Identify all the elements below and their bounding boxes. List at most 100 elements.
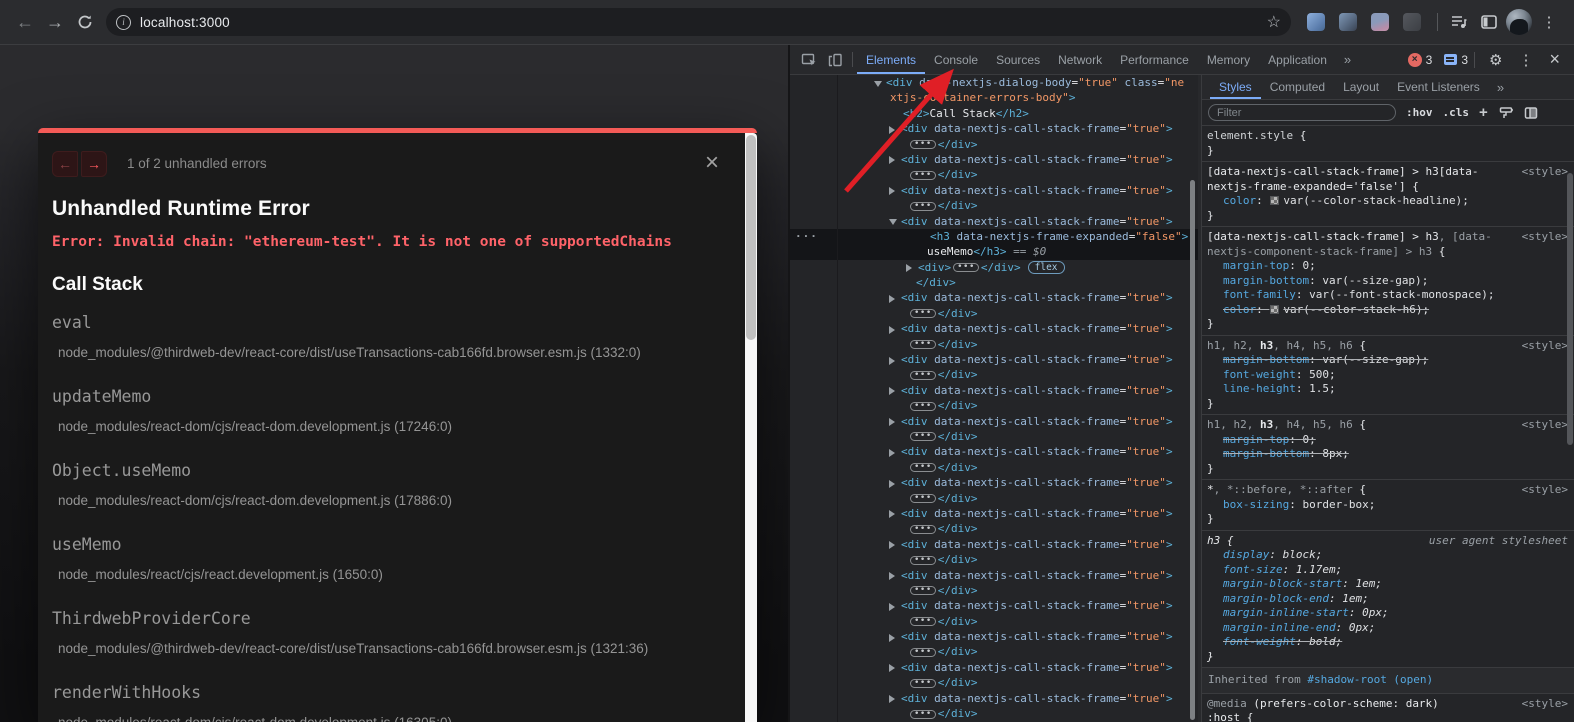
dom-tree-row[interactable]: •••</div>	[790, 167, 1198, 182]
extension-icon-4[interactable]	[1403, 13, 1421, 31]
css-declaration[interactable]: margin-bottom: 8px;	[1207, 447, 1518, 462]
settings-gear-icon[interactable]: ⚙	[1481, 51, 1510, 69]
dom-tree-row[interactable]: <h2>Call Stack</h2>	[790, 106, 1198, 121]
expand-arrow-closed-icon[interactable]	[889, 326, 895, 334]
css-selector[interactable]: element.style {	[1207, 129, 1518, 144]
css-selector[interactable]: *, *::before, *::after {	[1207, 483, 1518, 498]
css-property-value[interactable]: var(--size-gap)	[1322, 274, 1421, 287]
collapsed-content-icon[interactable]: •••	[953, 263, 979, 272]
dom-tree-row[interactable]: •••</div>	[790, 644, 1198, 659]
expand-arrow-closed-icon[interactable]	[889, 510, 895, 518]
tab-performance[interactable]: Performance	[1111, 45, 1198, 74]
tab-network[interactable]: Network	[1049, 45, 1111, 74]
css-declaration[interactable]: font-weight: bold;	[1207, 635, 1518, 650]
css-selector[interactable]: :host {	[1207, 711, 1518, 722]
css-property-value[interactable]: 0px	[1362, 606, 1382, 619]
collapsed-content-icon[interactable]: •••	[910, 494, 936, 503]
css-selector[interactable]: h1, h2, h3, h4, h5, h6 {	[1207, 339, 1518, 354]
dom-tree-row[interactable]: <div data-nextjs-dialog-body="true" clas…	[790, 75, 1198, 90]
extension-icon-2[interactable]	[1339, 13, 1357, 31]
expand-arrow-closed-icon[interactable]	[889, 603, 895, 611]
css-property-name[interactable]: line-height	[1223, 382, 1296, 395]
site-info-icon[interactable]: i	[116, 15, 131, 30]
css-property-name[interactable]: margin-bottom	[1223, 274, 1309, 287]
computed-panel-toggle-icon[interactable]	[1524, 106, 1538, 120]
css-property-name[interactable]: margin-bottom	[1223, 353, 1309, 366]
css-property-value[interactable]: bold	[1309, 635, 1336, 648]
dom-tree-row[interactable]: <div data-nextjs-call-stack-frame="true"…	[790, 290, 1198, 305]
sidebar-tab-layout[interactable]: Layout	[1334, 75, 1388, 99]
dom-tree-row[interactable]: <div data-nextjs-call-stack-frame="true"…	[790, 506, 1198, 521]
collapsed-content-icon[interactable]: •••	[910, 402, 936, 411]
dom-tree-row[interactable]: <div data-nextjs-call-stack-frame="true"…	[790, 629, 1198, 644]
css-declaration[interactable]: margin-inline-start: 0px;	[1207, 606, 1518, 621]
devtools-menu-icon[interactable]: ⋮	[1510, 51, 1541, 69]
styles-filter-input[interactable]	[1208, 104, 1396, 121]
css-declaration[interactable]: margin-top: 0;	[1207, 259, 1518, 274]
dom-tree-row[interactable]: •••</div>	[790, 491, 1198, 506]
css-property-name[interactable]: margin-block-end	[1223, 592, 1329, 605]
css-property-name[interactable]: font-weight	[1223, 368, 1296, 381]
collapsed-content-icon[interactable]: •••	[910, 617, 936, 626]
dom-tree-row[interactable]: •••</div>	[790, 552, 1198, 567]
css-property-value[interactable]: 500	[1309, 368, 1329, 381]
sidebar-more-tabs-icon[interactable]: »	[1489, 75, 1512, 99]
stylesheet-source-link[interactable]: <style>	[1522, 483, 1568, 498]
media-controls-icon[interactable]	[1444, 7, 1474, 37]
css-property-value[interactable]: var(--color-stack-headline)	[1283, 194, 1462, 207]
forward-icon[interactable]: →	[40, 7, 70, 37]
css-property-value[interactable]: 1em	[1342, 592, 1362, 605]
dom-tree-row[interactable]: <div data-nextjs-call-stack-frame="true"…	[790, 444, 1198, 459]
css-property-name[interactable]: display	[1223, 548, 1269, 561]
toggle-classes-button[interactable]: .cls	[1443, 106, 1470, 119]
css-property-value[interactable]: block	[1283, 548, 1316, 561]
css-property-value[interactable]: 8px	[1322, 447, 1342, 460]
collapsed-content-icon[interactable]: •••	[910, 648, 936, 657]
tab-sources[interactable]: Sources	[987, 45, 1049, 74]
css-property-name[interactable]: font-weight	[1223, 635, 1296, 648]
dom-tree-row[interactable]: •••</div>	[790, 398, 1198, 413]
dom-tree-row[interactable]: •••</div>	[790, 429, 1198, 444]
dom-tree-row[interactable]: •••</div>	[790, 675, 1198, 690]
dom-tree-row[interactable]: xtjs-container-errors-body">	[790, 90, 1198, 105]
color-swatch-icon[interactable]	[1270, 305, 1279, 314]
close-dialog-icon[interactable]: ×	[705, 150, 719, 176]
dom-tree-row[interactable]: <div data-nextjs-call-stack-frame="true"…	[790, 475, 1198, 490]
css-property-name[interactable]: margin-bottom	[1223, 447, 1309, 460]
sidebar-tab-computed[interactable]: Computed	[1261, 75, 1334, 99]
collapsed-content-icon[interactable]: •••	[910, 463, 936, 472]
close-devtools-icon[interactable]: ×	[1541, 49, 1568, 70]
css-declaration[interactable]: font-weight: 500;	[1207, 368, 1518, 383]
previous-error-button[interactable]: ←	[52, 151, 78, 177]
rendering-emulation-icon[interactable]	[1499, 106, 1513, 120]
issue-count[interactable]: 3	[1461, 53, 1468, 67]
node-options-icon[interactable]: ···	[795, 229, 818, 244]
expand-arrow-closed-icon[interactable]	[889, 156, 895, 164]
dom-tree-row[interactable]: •••</div>	[790, 198, 1198, 213]
css-property-name[interactable]: font-family	[1223, 288, 1296, 301]
collapsed-content-icon[interactable]: •••	[910, 140, 936, 149]
css-declaration[interactable]: margin-block-start: 1em;	[1207, 577, 1518, 592]
collapsed-content-icon[interactable]: •••	[910, 679, 936, 688]
css-property-value[interactable]: 1.17em	[1296, 563, 1336, 576]
dom-tree-row[interactable]: •••</div>	[790, 583, 1198, 598]
css-declaration[interactable]: font-family: var(--font-stack-monospace)…	[1207, 288, 1518, 303]
flex-badge[interactable]: flex	[1028, 261, 1065, 274]
profile-avatar[interactable]	[1504, 7, 1534, 37]
expand-arrow-closed-icon[interactable]	[889, 449, 895, 457]
error-count-icon[interactable]: ×	[1408, 53, 1422, 67]
css-property-value[interactable]: 0px	[1349, 621, 1369, 634]
extension-icon-3[interactable]	[1371, 13, 1389, 31]
expand-arrow-closed-icon[interactable]	[889, 480, 895, 488]
bookmark-star-icon[interactable]: ☆	[1267, 12, 1281, 32]
browser-menu-icon[interactable]: ⋮	[1534, 7, 1564, 37]
sidebar-tab-styles[interactable]: Styles	[1210, 75, 1261, 99]
toggle-hover-state-button[interactable]: :hov	[1406, 106, 1433, 119]
collapsed-content-icon[interactable]: •••	[910, 525, 936, 534]
collapsed-content-icon[interactable]: •••	[910, 371, 936, 380]
side-panel-icon[interactable]	[1474, 7, 1504, 37]
expand-arrow-closed-icon[interactable]	[889, 295, 895, 303]
expand-arrow-closed-icon[interactable]	[906, 264, 912, 272]
css-property-value[interactable]: var(--font-stack-monospace)	[1309, 288, 1488, 301]
css-selector[interactable]: [data-nextjs-call-stack-frame] > h3[data…	[1207, 165, 1518, 194]
